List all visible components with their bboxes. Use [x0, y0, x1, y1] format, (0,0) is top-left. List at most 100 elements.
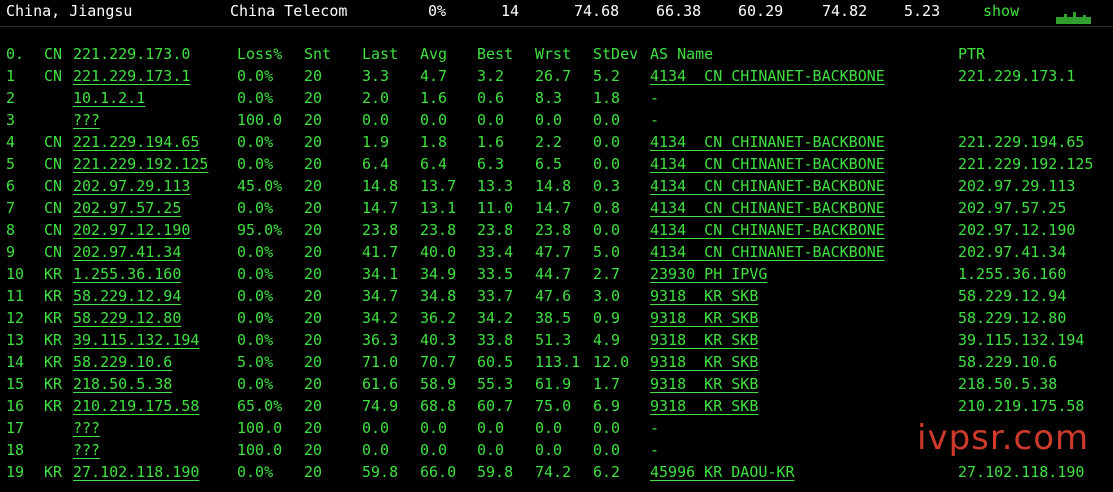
table-row: 11 KR 58.229.12.94 0.0% 20 34.7 34.8 33.7 47.6 3.…: [0, 285, 1113, 307]
as-name-link[interactable]: 4134 CN CHINANET-BACKBONE: [650, 219, 885, 241]
country-code: CN: [44, 133, 63, 151]
ptr-value: 202.97.57.25: [958, 199, 1067, 217]
as-name-link[interactable]: 4134 CN CHINANET-BACKBONE: [650, 153, 885, 175]
last-value: 71.0: [362, 353, 399, 371]
worst-value: 51.3: [535, 331, 572, 349]
stdev-value: 0.0: [593, 441, 621, 459]
ptr-value: 58.229.12.94: [958, 287, 1067, 305]
host-link[interactable]: 58.229.12.94: [73, 285, 181, 307]
sent-value: 20: [304, 353, 323, 371]
host-link[interactable]: 10.1.2.1: [73, 87, 145, 109]
table-row: 2 10.1.2.1 0.0% 20 2.0 1.6 0.6 8.3 1.8 -: [0, 87, 1113, 109]
avg-value: 0.0: [420, 441, 448, 459]
stdev-value: 3.0: [593, 287, 621, 305]
table-row: 6 CN 202.97.29.113 45.0% 20 14.8 13.7 13.3 14.8 0…: [0, 175, 1113, 197]
host-link[interactable]: 221.229.192.125: [73, 153, 208, 175]
host-link[interactable]: 202.97.29.113: [73, 175, 190, 197]
host-link[interactable]: ???: [73, 417, 100, 439]
stdev-value: 0.0: [593, 419, 621, 437]
sent-value: 20: [304, 67, 323, 85]
as-name-link[interactable]: 23930 PH IPVG: [650, 263, 767, 285]
as-name-link[interactable]: 9318 KR SKB: [650, 329, 758, 351]
hop-number: 16: [6, 397, 25, 415]
hop-number: 11: [6, 287, 25, 305]
header-as-name: AS Name: [650, 45, 714, 63]
as-name-link[interactable]: 45996 KR DAOU-KR: [650, 461, 795, 483]
country-code: CN: [44, 243, 63, 261]
best-value: 33.7: [477, 287, 514, 305]
as-name-link[interactable]: 4134 CN CHINANET-BACKBONE: [650, 175, 885, 197]
country-code: KR: [44, 287, 63, 305]
avg-value: 0.0: [420, 419, 448, 437]
header-wrst: Wrst: [535, 45, 572, 63]
host-link[interactable]: 27.102.118.190: [73, 461, 199, 483]
host-link[interactable]: 221.229.173.1: [73, 65, 190, 87]
header-stdev: StDev: [593, 45, 639, 63]
best-value: 34.2: [477, 309, 514, 327]
as-name-link[interactable]: 4134 CN CHINANET-BACKBONE: [650, 65, 885, 87]
header-avg: Avg: [420, 45, 448, 63]
best-value: 6.3: [477, 155, 505, 173]
summary-sent: 14: [501, 2, 520, 20]
host-link[interactable]: 202.97.57.25: [73, 197, 181, 219]
host-link[interactable]: 221.229.194.65: [73, 131, 199, 153]
loss-value: 0.0%: [237, 243, 274, 261]
as-name-link[interactable]: 9318 KR SKB: [650, 373, 758, 395]
ptr-value: 1.255.36.160: [958, 265, 1067, 283]
show-details-link[interactable]: show: [983, 0, 1019, 22]
country-code: KR: [44, 265, 63, 283]
watermark-logo: ivpsr.com: [917, 418, 1090, 458]
host-link[interactable]: ???: [73, 439, 100, 461]
avg-value: 1.6: [420, 89, 448, 107]
host-link[interactable]: 202.97.41.34: [73, 241, 181, 263]
stdev-value: 0.0: [593, 133, 621, 151]
last-value: 0.0: [362, 111, 390, 129]
host-link[interactable]: 58.229.12.80: [73, 307, 181, 329]
hop-number: 15: [6, 375, 25, 393]
last-value: 34.1: [362, 265, 399, 283]
host-link[interactable]: 218.50.5.38: [73, 373, 172, 395]
as-name-link[interactable]: 4134 CN CHINANET-BACKBONE: [650, 241, 885, 263]
worst-value: 113.1: [535, 353, 581, 371]
header-snt: Snt: [304, 45, 332, 63]
hop-number: 9: [6, 243, 16, 261]
as-name-link[interactable]: 9318 KR SKB: [650, 307, 758, 329]
as-name-link[interactable]: 4134 CN CHINANET-BACKBONE: [650, 131, 885, 153]
ptr-value: 221.229.173.1: [958, 67, 1076, 85]
host-link[interactable]: 202.97.12.190: [73, 219, 190, 241]
hop-number: 19: [6, 463, 25, 481]
host-link[interactable]: ???: [73, 109, 100, 131]
ptr-value: 27.102.118.190: [958, 463, 1085, 481]
host-link[interactable]: 58.229.10.6: [73, 351, 172, 373]
ptr-value: 210.219.175.58: [958, 397, 1085, 415]
sent-value: 20: [304, 89, 323, 107]
summary-location: China, Jiangsu: [6, 2, 133, 20]
worst-value: 44.7: [535, 265, 572, 283]
avg-value: 6.4: [420, 155, 448, 173]
ptr-value: 58.229.10.6: [958, 353, 1058, 371]
as-name-link[interactable]: 9318 KR SKB: [650, 395, 758, 417]
loss-value: 100.0: [237, 419, 283, 437]
summary-best: 60.29: [738, 2, 784, 20]
sent-value: 20: [304, 177, 323, 195]
avg-value: 40.3: [420, 331, 457, 349]
as-name-link[interactable]: 9318 KR SKB: [650, 285, 758, 307]
table-row: 13 KR 39.115.132.194 0.0% 20 36.3 40.3 33.8 51.3…: [0, 329, 1113, 351]
table-row: 16 KR 210.219.175.58 65.0% 20 74.9 68.8 60.7 75.…: [0, 395, 1113, 417]
avg-value: 34.9: [420, 265, 457, 283]
avg-value: 23.8: [420, 221, 457, 239]
loss-value: 0.0%: [237, 375, 274, 393]
as-name-link[interactable]: 9318 KR SKB: [650, 351, 758, 373]
host-link[interactable]: 210.219.175.58: [73, 395, 199, 417]
host-link[interactable]: 1.255.36.160: [73, 263, 181, 285]
hop-number: 14: [6, 353, 25, 371]
worst-value: 75.0: [535, 397, 572, 415]
sent-value: 20: [304, 221, 323, 239]
sent-value: 20: [304, 265, 323, 283]
worst-value: 47.6: [535, 287, 572, 305]
table-row: 4 CN 221.229.194.65 0.0% 20 1.9 1.8 1.6 2.2 0.0 41…: [0, 131, 1113, 153]
host-link[interactable]: 39.115.132.194: [73, 329, 199, 351]
best-value: 11.0: [477, 199, 514, 217]
avg-value: 70.7: [420, 353, 457, 371]
as-name-link[interactable]: 4134 CN CHINANET-BACKBONE: [650, 197, 885, 219]
